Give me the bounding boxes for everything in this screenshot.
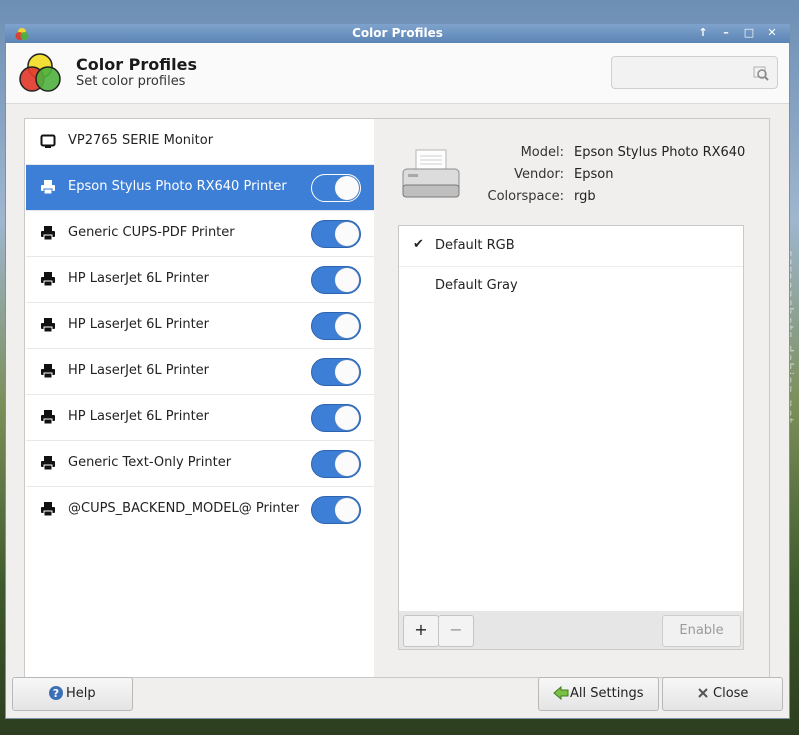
printer-icon xyxy=(41,456,55,471)
window-minimize-icon[interactable]: – xyxy=(718,26,734,40)
close-label: Close xyxy=(713,686,749,701)
device-label: Epson Stylus Photo RX640 Printer xyxy=(68,179,287,194)
device-label: @CUPS_BACKEND_MODEL@ Printer xyxy=(68,501,300,516)
all-settings-label: All Settings xyxy=(570,686,644,701)
search-icon xyxy=(753,66,769,81)
device-row-printer[interactable]: HP LaserJet 6L Printer xyxy=(26,303,374,349)
help-label: Help xyxy=(66,686,96,701)
profile-row[interactable]: ✔ Default RGB xyxy=(399,226,743,267)
device-label: Generic Text-Only Printer xyxy=(68,455,232,470)
device-row-printer[interactable]: Generic CUPS-PDF Printer xyxy=(26,211,374,257)
device-enable-toggle[interactable] xyxy=(311,266,361,294)
device-enable-toggle[interactable] xyxy=(311,450,361,478)
back-arrow-icon xyxy=(553,685,569,701)
help-icon: ? xyxy=(49,686,63,700)
window-maximize-icon[interactable]: □ xyxy=(741,26,757,40)
toggle-knob xyxy=(335,452,359,476)
all-settings-button[interactable]: All Settings xyxy=(538,677,659,711)
device-enable-toggle[interactable] xyxy=(311,220,361,248)
window-close-icon[interactable]: ✕ xyxy=(764,26,780,40)
toggle-knob xyxy=(335,360,359,384)
toggle-knob xyxy=(335,176,359,200)
color-profiles-logo-icon xyxy=(19,53,61,92)
toggle-knob xyxy=(335,222,359,246)
device-row-printer[interactable]: HP LaserJet 6L Printer xyxy=(26,349,374,395)
printer-icon xyxy=(41,272,55,287)
colorspace-value: rgb xyxy=(574,189,596,204)
device-details-pane: Model: Epson Stylus Photo RX640 Vendor: … xyxy=(374,118,770,678)
remove-profile-button[interactable]: − xyxy=(438,615,474,647)
checkmark-icon: ✔ xyxy=(413,237,424,252)
window-above-icon[interactable]: ↑ xyxy=(695,26,711,40)
profile-toolbar: + − Enable xyxy=(398,611,744,650)
colorspace-label: Colorspace: xyxy=(487,189,564,204)
search-input[interactable] xyxy=(611,56,778,89)
toggle-knob xyxy=(335,406,359,430)
device-row-printer[interactable]: HP LaserJet 6L Printer xyxy=(26,257,374,303)
svg-text:?: ? xyxy=(53,687,59,700)
monitor-icon xyxy=(40,134,56,148)
device-enable-toggle[interactable] xyxy=(311,312,361,340)
model-label: Model: xyxy=(520,145,564,160)
profile-row[interactable]: Default Gray xyxy=(399,266,743,306)
device-row-printer[interactable]: @CUPS_BACKEND_MODEL@ Printer xyxy=(26,487,374,532)
page-title: Color Profiles xyxy=(76,55,197,74)
printer-icon xyxy=(41,180,55,195)
vendor-label: Vendor: xyxy=(514,167,564,182)
printer-icon xyxy=(41,502,55,517)
vendor-value: Epson xyxy=(574,167,614,182)
device-row-printer[interactable]: Generic Text-Only Printer xyxy=(26,441,374,487)
profile-label: Default RGB xyxy=(435,238,515,253)
close-icon xyxy=(698,688,708,698)
printer-icon xyxy=(41,410,55,425)
add-profile-button[interactable]: + xyxy=(403,615,439,647)
toggle-knob xyxy=(335,268,359,292)
printer-icon xyxy=(41,226,55,241)
device-row-printer[interactable]: HP LaserJet 6L Printer xyxy=(26,395,374,441)
panel-header: Color Profiles Set color profiles xyxy=(6,43,789,104)
device-list: VP2765 SERIE Monitor Epson Stylus Photo … xyxy=(24,118,376,678)
enable-profile-button[interactable]: Enable xyxy=(662,615,741,647)
toggle-knob xyxy=(335,314,359,338)
device-label: HP LaserJet 6L Printer xyxy=(68,317,210,332)
close-button[interactable]: Close xyxy=(662,677,783,711)
device-enable-toggle[interactable] xyxy=(311,174,361,202)
window-titlebar[interactable]: Color Profiles ↑ – □ ✕ xyxy=(5,24,790,43)
device-label: VP2765 SERIE Monitor xyxy=(68,133,214,148)
device-enable-toggle[interactable] xyxy=(311,404,361,432)
device-enable-toggle[interactable] xyxy=(311,358,361,386)
printer-icon xyxy=(41,364,55,379)
window-title: Color Profiles xyxy=(352,26,443,40)
printer-icon xyxy=(41,318,55,333)
help-button[interactable]: ? Help xyxy=(12,677,133,711)
page-subtitle: Set color profiles xyxy=(76,74,186,89)
profile-label: Default Gray xyxy=(435,278,518,293)
model-value: Epson Stylus Photo RX640 xyxy=(574,145,746,160)
device-label: HP LaserJet 6L Printer xyxy=(68,363,210,378)
device-row-monitor[interactable]: VP2765 SERIE Monitor xyxy=(26,119,374,165)
device-enable-toggle[interactable] xyxy=(311,496,361,524)
device-label: HP LaserJet 6L Printer xyxy=(68,271,210,286)
toggle-knob xyxy=(335,498,359,522)
device-label: Generic CUPS-PDF Printer xyxy=(68,225,235,240)
device-label: HP LaserJet 6L Printer xyxy=(68,409,210,424)
device-row-epson[interactable]: Epson Stylus Photo RX640 Printer xyxy=(26,165,374,211)
profile-list: ✔ Default RGB Default Gray xyxy=(398,225,744,613)
